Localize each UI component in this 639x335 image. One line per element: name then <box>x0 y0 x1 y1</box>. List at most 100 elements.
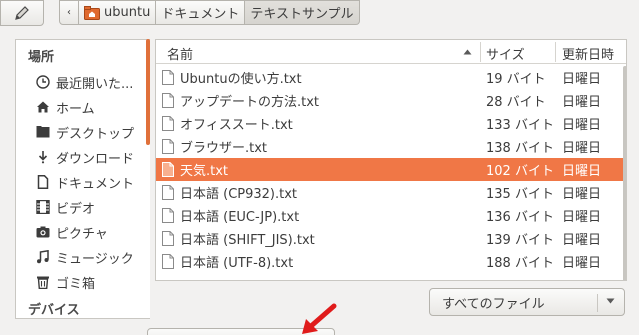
path-crumb-textsample[interactable]: テキストサンプル <box>245 0 360 25</box>
file-type-filter-value: すべてのファイル <box>442 296 545 312</box>
file-size: 188 バイト <box>486 256 554 271</box>
column-header-size[interactable]: サイズ <box>486 44 525 63</box>
file-row[interactable]: 日本語 (EUC-JP).txt 136 バイト 日曜日 <box>156 204 626 227</box>
file-size: 136 バイト <box>486 210 554 225</box>
file-name: 日本語 (SHIFT_JIS).txt <box>180 233 315 248</box>
sidebar-item-desktop[interactable]: デスクトップ <box>36 121 134 143</box>
file-name: ブラウザー.txt <box>180 141 268 156</box>
file-list: 名前 サイズ 更新日時 Ubuntuの使い方.txt 19 バイト 日曜日 アップデー… <box>155 39 627 281</box>
chevron-left-icon: ‹ <box>67 7 71 18</box>
file-modified: 日曜日 <box>562 210 602 225</box>
file-name: 日本語 (EUC-JP).txt <box>180 210 300 225</box>
camera-icon <box>36 225 50 239</box>
file-name: Ubuntuの使い方.txt <box>180 72 302 87</box>
text-file-icon <box>162 139 174 154</box>
file-row[interactable]: 日本語 (CP932).txt 135 バイト 日曜日 <box>156 181 626 204</box>
sidebar-item-label: ミュージック <box>56 251 134 267</box>
file-list-scrollbar[interactable] <box>623 66 626 280</box>
file-row[interactable]: ブラウザー.txt 138 バイト 日曜日 <box>156 135 626 158</box>
path-crumb-label: ドキュメント <box>161 7 240 22</box>
file-size: 133 バイト <box>486 118 554 133</box>
sidebar-item-music[interactable]: ミュージック <box>36 246 134 268</box>
file-row[interactable]: Ubuntuの使い方.txt 19 バイト 日曜日 <box>156 66 626 89</box>
file-size: 28 バイト <box>486 95 546 110</box>
file-size: 138 バイト <box>486 141 554 156</box>
annotation-arrow-icon <box>302 303 337 334</box>
clock-icon <box>36 75 50 89</box>
trash-icon <box>36 275 50 289</box>
sidebar-item-label: ビデオ <box>56 201 96 217</box>
file-modified: 日曜日 <box>562 187 602 202</box>
text-file-icon <box>162 70 174 85</box>
sidebar-heading-devices: デバイス <box>28 303 80 318</box>
sidebar-item-label: ホーム <box>56 101 95 117</box>
document-icon <box>36 175 50 189</box>
file-size: 135 バイト <box>486 187 554 202</box>
path-back-button[interactable]: ‹ <box>59 0 79 25</box>
video-icon <box>36 200 50 214</box>
sidebar-item-trash[interactable]: ゴミ箱 <box>36 271 95 293</box>
path-crumb-label: ubuntu <box>104 5 151 20</box>
edit-location-button[interactable] <box>0 0 44 26</box>
text-file-icon <box>162 162 174 177</box>
file-row[interactable]: 日本語 (UTF-8).txt 188 バイト 日曜日 <box>156 250 626 273</box>
file-size: 102 バイト <box>486 164 554 179</box>
sidebar-item-label: ピクチャ <box>56 226 108 242</box>
sidebar-item-label: ダウンロード <box>56 151 135 167</box>
sidebar-item-downloads[interactable]: ダウンロード <box>36 146 134 168</box>
file-size: 19 バイト <box>486 72 546 87</box>
combo-divider <box>597 294 598 312</box>
file-name: 天気.txt <box>180 164 229 179</box>
sidebar-item-label: ドキュメント <box>56 176 135 192</box>
text-file-icon <box>162 231 174 246</box>
file-name: 日本語 (CP932).txt <box>180 187 298 202</box>
file-name: アップデートの方法.txt <box>180 95 320 110</box>
file-list-header: 名前 サイズ 更新日時 <box>156 40 626 64</box>
places-sidebar: 場所 最近開いた... ホーム デスクトップ ダウンロード ドキュメント ビデオ <box>15 39 150 319</box>
path-crumb-label: テキストサンプル <box>250 7 354 22</box>
pencil-icon <box>15 6 29 20</box>
path-crumb-documents[interactable]: ドキュメント <box>156 0 246 25</box>
file-name: 日本語 (UTF-8).txt <box>180 256 294 271</box>
file-modified: 日曜日 <box>562 118 602 133</box>
sidebar-item-label: デスクトップ <box>56 126 135 142</box>
home-folder-icon <box>84 5 100 20</box>
file-modified: 日曜日 <box>562 256 602 271</box>
sidebar-item-documents[interactable]: ドキュメント <box>36 171 134 193</box>
sidebar-item-videos[interactable]: ビデオ <box>36 196 95 218</box>
file-row[interactable]: オフィススート.txt 133 バイト 日曜日 <box>156 112 626 135</box>
file-modified: 日曜日 <box>562 141 602 156</box>
file-modified: 日曜日 <box>562 72 602 87</box>
path-crumb-home[interactable]: ubuntu <box>79 0 157 25</box>
sidebar-heading-places: 場所 <box>28 50 55 65</box>
file-size: 139 バイト <box>486 233 554 248</box>
sidebar-item-label: 最近開いた... <box>56 76 134 92</box>
text-file-icon <box>162 254 174 269</box>
column-divider <box>555 42 556 62</box>
text-file-icon <box>162 116 174 131</box>
column-header-name[interactable]: 名前 <box>167 44 193 63</box>
sort-ascending-icon <box>463 49 472 55</box>
text-file-icon <box>162 93 174 108</box>
sidebar-item-label: ゴミ箱 <box>56 276 96 292</box>
file-modified: 日曜日 <box>562 95 602 110</box>
file-type-filter[interactable]: すべてのファイル <box>429 288 625 316</box>
file-row[interactable]: 日本語 (SHIFT_JIS).txt 139 バイト 日曜日 <box>156 227 626 250</box>
file-modified: 日曜日 <box>562 164 602 179</box>
sidebar-scrollbar[interactable] <box>146 39 150 145</box>
chevron-down-icon <box>606 298 615 304</box>
column-header-modified[interactable]: 更新日時 <box>562 44 614 63</box>
text-file-icon <box>162 208 174 223</box>
desktop-icon <box>36 125 50 139</box>
sidebar-item-recent[interactable]: 最近開いた... <box>36 71 133 93</box>
file-row[interactable]: アップデートの方法.txt 28 バイト 日曜日 <box>156 89 626 112</box>
music-icon <box>36 250 50 264</box>
column-divider <box>480 42 481 62</box>
file-row[interactable]: 天気.txt 102 バイト 日曜日 <box>156 158 626 181</box>
sidebar-item-home[interactable]: ホーム <box>36 96 95 118</box>
home-icon <box>36 100 50 114</box>
file-modified: 日曜日 <box>562 233 602 248</box>
path-bar: ‹ ubuntu ドキュメント テキストサンプル <box>59 0 360 25</box>
download-icon <box>36 150 50 164</box>
sidebar-item-pictures[interactable]: ピクチャ <box>36 221 108 243</box>
